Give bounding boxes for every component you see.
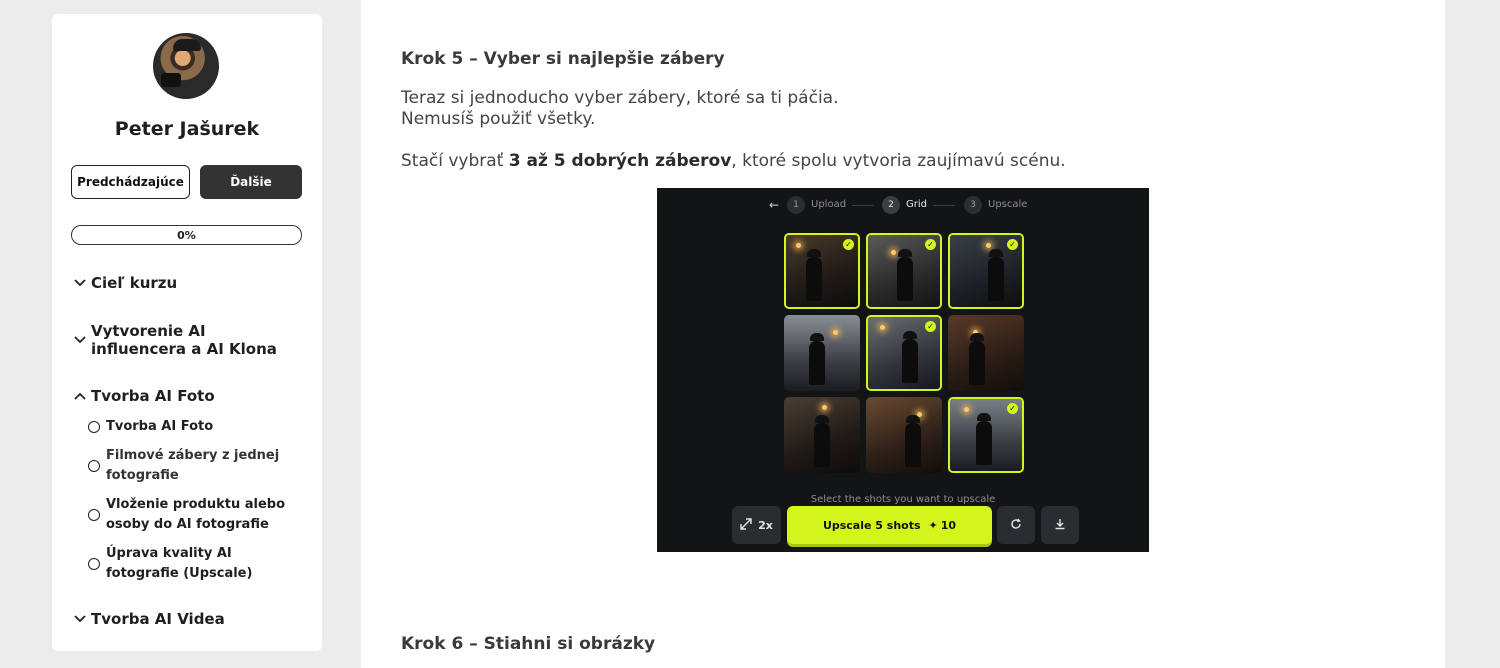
section-title: Vytvorenie AI influencera a AI Klona	[91, 322, 277, 358]
refresh-button[interactable]	[997, 506, 1035, 544]
step-number: 2	[882, 196, 900, 214]
step-label: Upscale	[988, 199, 1028, 210]
step-label: Grid	[906, 199, 927, 210]
grid-shot[interactable]	[948, 315, 1024, 391]
chevron-up-icon	[74, 392, 90, 400]
grid-shot[interactable]: ✓	[866, 315, 942, 391]
step-number: 1	[787, 196, 805, 214]
grid-shot[interactable]: ✓	[948, 397, 1024, 473]
credits-count: 10	[940, 518, 957, 532]
lesson-item[interactable]: Úprava kvality AI fotografie (Upscale)	[88, 544, 302, 584]
course-sidebar: Peter Jašurek Predchádzajúce Ďalšie 0% C…	[52, 14, 322, 651]
chevron-down-icon	[74, 336, 90, 344]
step-label: Upload	[811, 199, 847, 210]
author-name: Peter Jašurek	[114, 118, 260, 140]
section-title: Cieľ kurzu	[91, 274, 178, 292]
step-number: 3	[964, 196, 982, 214]
emphasis-text: 3 až 5 dobrých záberov	[508, 151, 732, 171]
selected-check-icon: ✓	[843, 239, 854, 250]
selected-check-icon: ✓	[925, 321, 936, 332]
grid-shot[interactable]: ✓	[784, 233, 860, 309]
grid-shot[interactable]	[866, 397, 942, 473]
download-icon	[1054, 518, 1066, 533]
grid-shot[interactable]: ✓	[948, 233, 1024, 309]
section-tvorba-ai-videa[interactable]: Tvorba AI Videa	[74, 610, 304, 628]
selected-check-icon: ✓	[925, 239, 936, 250]
download-button[interactable]	[1041, 506, 1079, 544]
selected-check-icon: ✓	[1007, 403, 1018, 414]
lesson-status-icon	[88, 558, 100, 570]
lesson-item[interactable]: Tvorba AI Foto	[88, 417, 302, 437]
lesson-status-icon	[88, 421, 100, 433]
section-title: Tvorba AI Foto	[91, 387, 215, 405]
expand-icon	[740, 517, 752, 533]
step-6-heading: Krok 6 – Stiahni si obrázky	[401, 634, 656, 654]
section-ciel-kurzu[interactable]: Cieľ kurzu	[74, 274, 304, 292]
step-5-text-line-2: Nemusíš použiť všetky.	[401, 109, 596, 129]
stepper: ← 1 Upload 2 Grid 3 Upscale	[657, 196, 1149, 216]
grid-shot[interactable]: ✓	[866, 233, 942, 309]
chevron-down-icon	[74, 615, 90, 623]
selected-check-icon: ✓	[1007, 239, 1018, 250]
lesson-status-icon	[88, 509, 100, 521]
upscale-label: Upscale 5 shots	[822, 518, 921, 532]
zoom-label: 2x	[758, 518, 773, 532]
grid-shot[interactable]	[784, 397, 860, 473]
lesson-status-icon	[88, 460, 100, 472]
sparkle-icon: ✦	[928, 518, 938, 532]
chevron-down-icon	[74, 279, 90, 287]
upscale-button[interactable]: Upscale 5 shots ✦ 10	[787, 506, 992, 544]
app-screenshot: ← 1 Upload 2 Grid 3 Upscale ✓ ✓ ✓ ✓ ✓ Select…	[657, 188, 1149, 552]
back-arrow-icon: ←	[769, 198, 780, 212]
section-title: Tvorba AI Videa	[91, 610, 225, 628]
lesson-item[interactable]: Filmové zábery z jednej fotografie	[88, 446, 302, 486]
step-5-text-line-1: Teraz si jednoducho vyber zábery, ktoré …	[401, 88, 839, 108]
lesson-title: Vloženie produktu alebo osoby do AI foto…	[106, 497, 286, 532]
step-5-text-line-3: Stačí vybrať 3 až 5 dobrých záberov, kto…	[401, 151, 1066, 171]
lesson-title: Tvorba AI Foto	[106, 419, 214, 434]
previous-button[interactable]: Predchádzajúce	[71, 165, 190, 199]
grid-shot[interactable]	[784, 315, 860, 391]
lesson-title: Úprava kvality AI fotografie (Upscale)	[106, 546, 253, 581]
lesson-title: Filmové zábery z jednej fotografie	[106, 448, 280, 483]
step-5-heading: Krok 5 – Vyber si najlepšie zábery	[401, 49, 725, 69]
progress-text: 0%	[177, 228, 196, 242]
section-ai-influencer[interactable]: Vytvorenie AI influencera a AI Klona	[74, 322, 304, 358]
grid-caption: Select the shots you want to upscale	[810, 494, 996, 505]
next-button[interactable]: Ďalšie	[200, 165, 302, 199]
lesson-content: Krok 5 – Vyber si najlepšie zábery Teraz…	[361, 0, 1445, 668]
section-tvorba-ai-foto[interactable]: Tvorba AI Foto	[74, 387, 304, 405]
refresh-icon	[1010, 518, 1022, 533]
author-avatar	[153, 33, 219, 99]
zoom-button[interactable]: 2x	[732, 506, 781, 544]
course-progress-bar: 0%	[71, 225, 302, 245]
lesson-item[interactable]: Vloženie produktu alebo osoby do AI foto…	[88, 495, 302, 535]
